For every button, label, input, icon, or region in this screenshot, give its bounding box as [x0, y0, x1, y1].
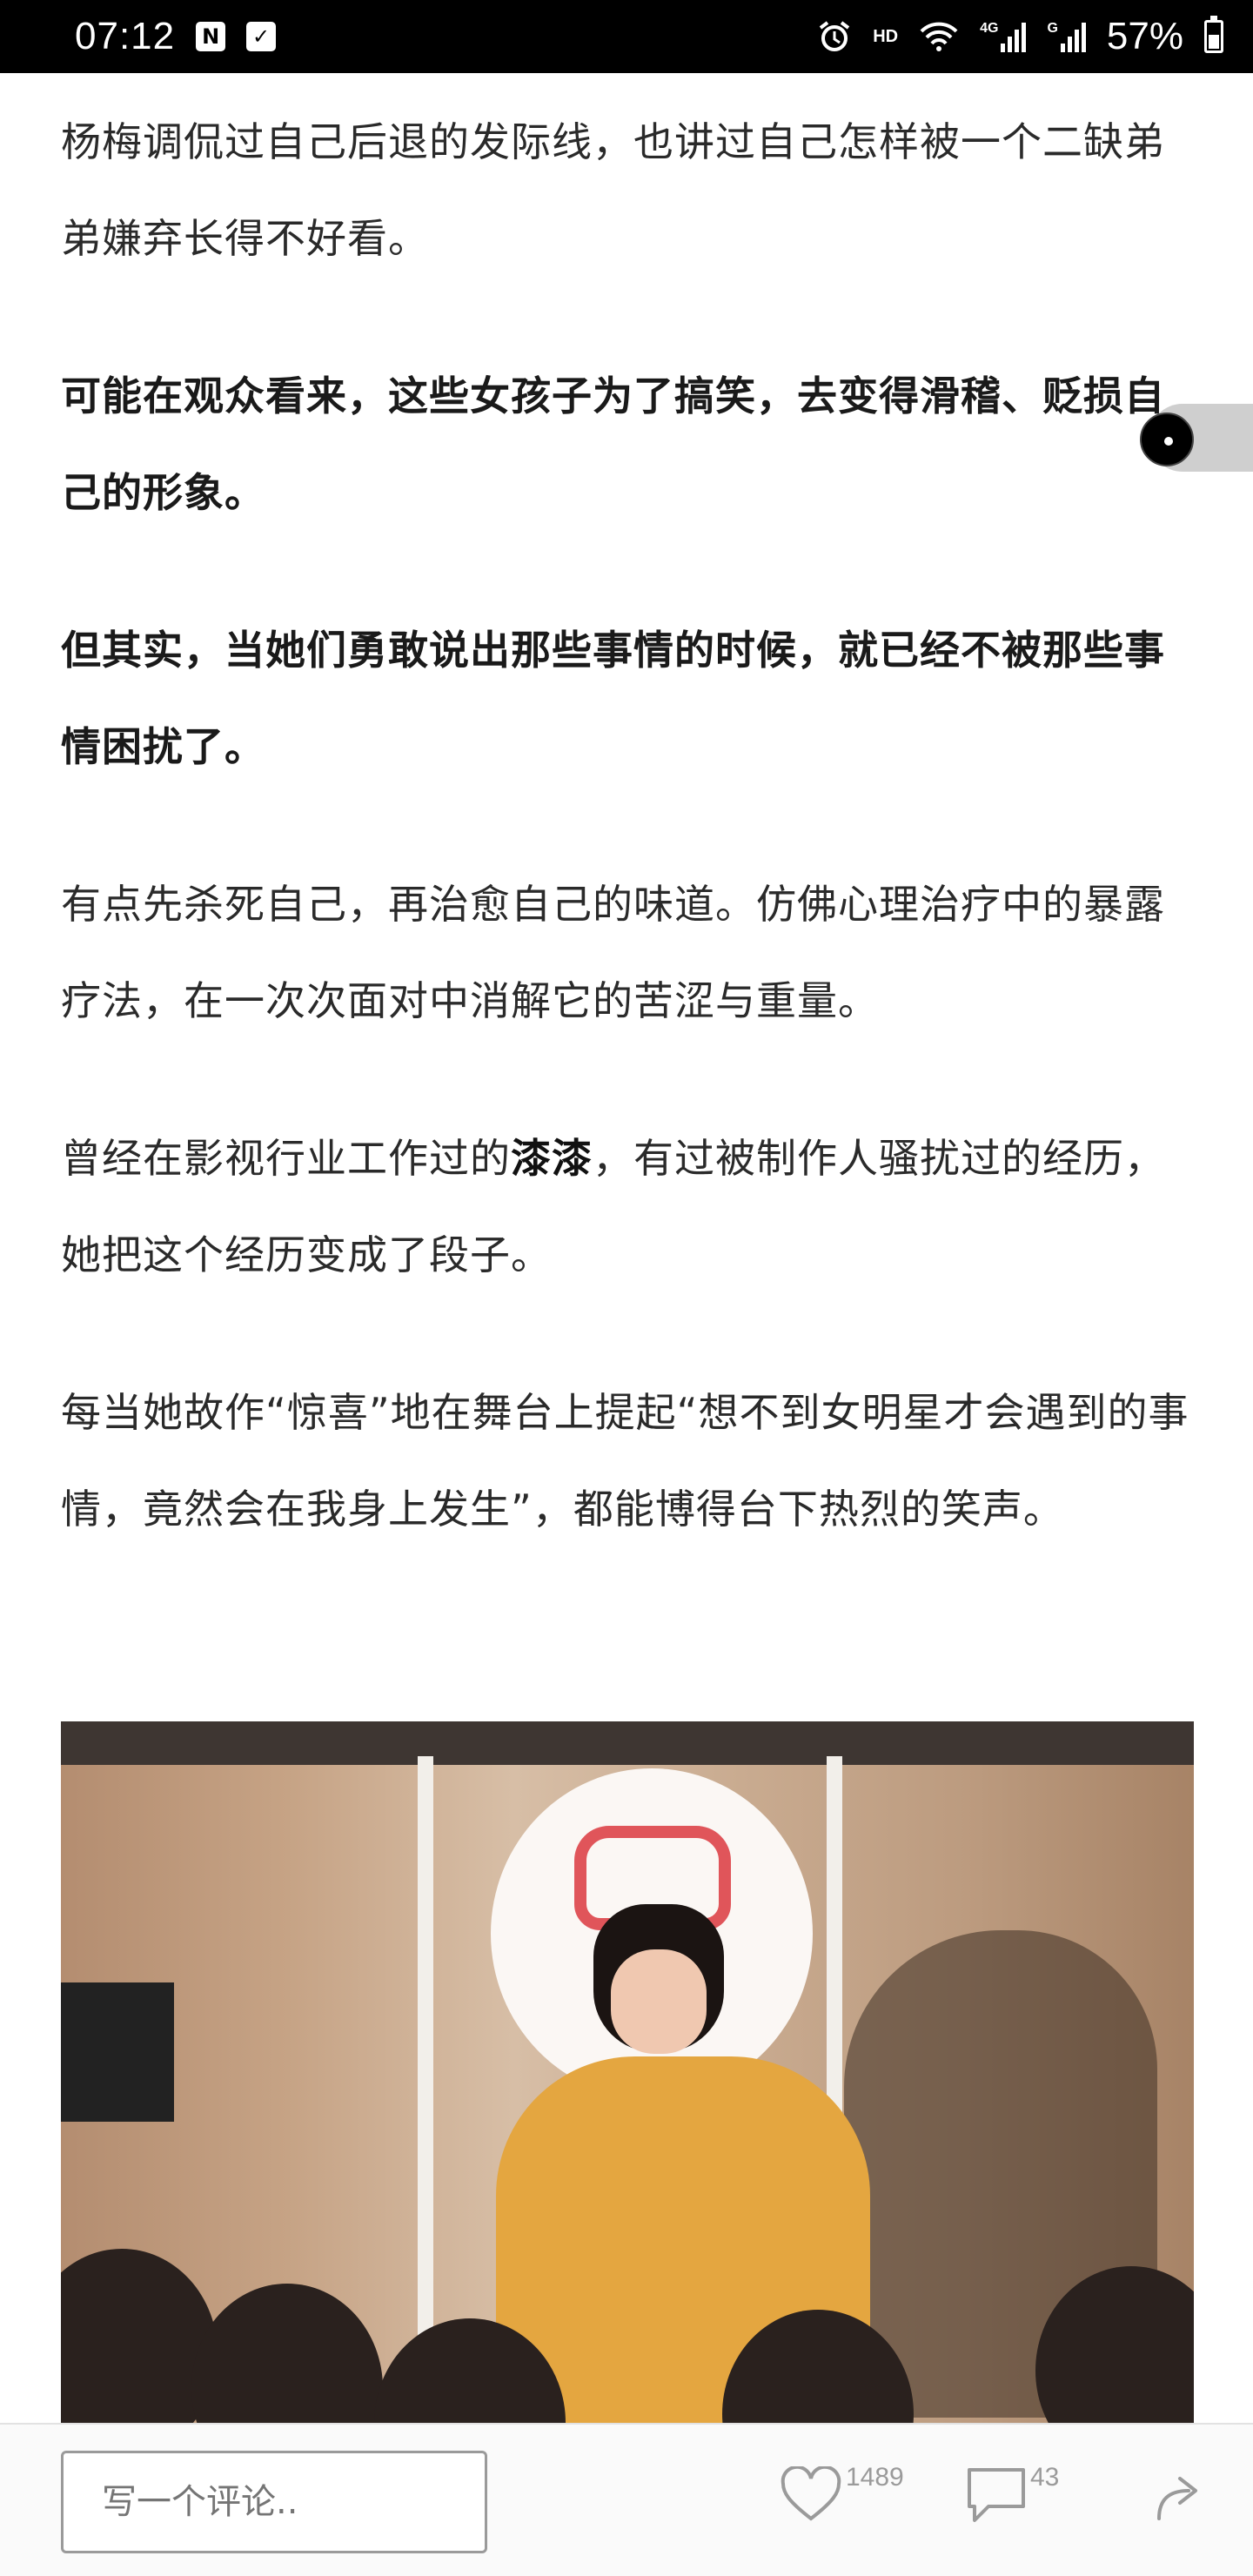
photo-speaker: [61, 1982, 174, 2122]
battery-percent: 57%: [1106, 15, 1183, 57]
check-notification-icon: ✓: [246, 22, 277, 51]
article-paragraph: 杨梅调侃过自己后退的发际线，也讲过自己怎样被一个二缺弟弟嫌弃长得不好看。: [61, 118, 1165, 262]
bottom-action-bar: 1489 43: [0, 2423, 1253, 2576]
signal-icon-4g: 4G: [980, 21, 1027, 52]
photo-audience-head: [191, 2284, 383, 2423]
hd-label: HD: [873, 26, 899, 46]
status-bar: 07:12 N ✓ HD 4G G 57%: [0, 0, 1253, 73]
network-4g-label: 4G: [980, 21, 999, 36]
status-bar-right: HD 4G G 57%: [817, 15, 1223, 58]
heart-icon: [780, 2466, 842, 2522]
article-paragraph: 每当她故作“惊喜”地在舞台上提起“想不到女明星才会遇到的事情，竟然会在我身上发生…: [61, 1389, 1189, 1533]
photo-performer-face: [611, 1949, 707, 2054]
article-paragraph-bold: 但其实，当她们勇敢说出那些事情的时候，就已经不被那些事情困扰了。: [61, 627, 1165, 770]
article-paragraph: 曾经在影视行业工作过的漆漆，有过被制作人骚扰过的经历，她把这个经历变成了段子。: [61, 1110, 1192, 1304]
comment-button[interactable]: 43: [966, 2463, 1060, 2524]
battery-icon: [1204, 16, 1223, 53]
comment-input[interactable]: [61, 2451, 487, 2553]
paragraph-text: 曾经在影视行业工作过的: [61, 1135, 511, 1182]
share-button[interactable]: [1154, 2472, 1204, 2522]
like-button[interactable]: 1489: [780, 2463, 904, 2522]
highlighted-name: 漆漆: [511, 1135, 593, 1182]
article-photo[interactable]: [61, 1721, 1194, 2423]
battery-level-fill: [1209, 35, 1219, 49]
wifi-icon: [919, 20, 959, 53]
signal-icon-g: G: [1047, 21, 1086, 52]
photo-ceiling: [61, 1721, 1194, 1765]
n-notification-icon: N: [196, 22, 226, 51]
status-bar-left: 07:12 N ✓: [75, 15, 277, 58]
network-g-label: G: [1047, 21, 1058, 36]
article-paragraph-bold: 可能在观众看来，这些女孩子为了搞笑，去变得滑稽、贬损自己的形象。: [61, 372, 1165, 516]
clock: 07:12: [75, 15, 176, 57]
comment-count: 43: [1030, 2463, 1060, 2492]
article-paragraph: 有点先杀死自己，再治愈自己的味道。仿佛心理治疗中的暴露疗法，在一次次面对中消解它…: [61, 881, 1165, 1024]
like-count: 1489: [846, 2463, 904, 2492]
speech-bubble-icon: [966, 2466, 1027, 2524]
alarm-icon: [817, 19, 852, 54]
article-body: 杨梅调侃过自己后退的发际线，也讲过自己怎样被一个二缺弟弟嫌弃长得不好看。 可能在…: [61, 73, 1192, 1619]
share-arrow-icon: [1154, 2472, 1204, 2522]
photo-panel-divider: [418, 1756, 433, 2423]
floating-action-button[interactable]: [1140, 413, 1194, 466]
